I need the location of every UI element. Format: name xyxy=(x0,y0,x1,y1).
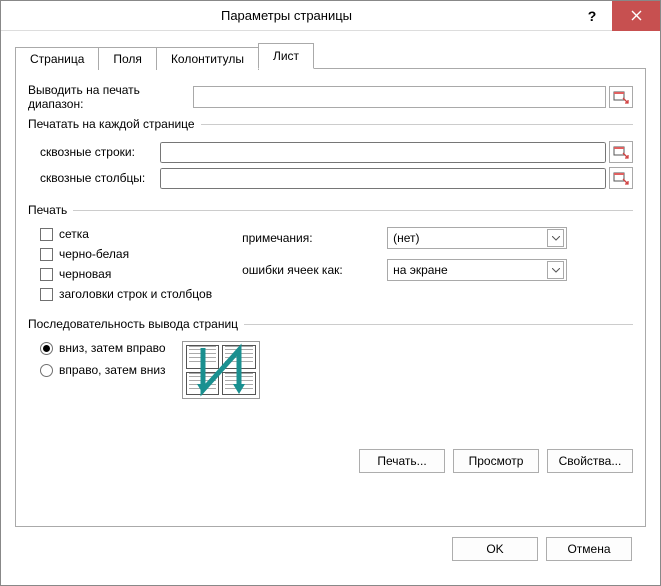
repeat-group-title: Печатать на каждой странице xyxy=(28,117,201,131)
tab-margins[interactable]: Поля xyxy=(98,47,157,70)
print-range-label: Выводить на печать диапазон: xyxy=(28,83,193,111)
preview-button[interactable]: Просмотр xyxy=(453,449,539,473)
dialog-content: Страница Поля Колонтитулы Лист Выводить … xyxy=(1,31,660,585)
comments-select-arrow xyxy=(547,229,564,247)
properties-button[interactable]: Свойства... xyxy=(547,449,633,473)
comments-select[interactable]: (нет) xyxy=(387,227,567,249)
print-range-picker-button[interactable] xyxy=(609,86,633,108)
print-check-column: сетка черно-белая черновая заголовк xyxy=(40,227,212,307)
print-button[interactable]: Печать... xyxy=(359,449,445,473)
ok-button[interactable]: OK xyxy=(452,537,538,561)
order-group-title: Последовательность вывода страниц xyxy=(28,317,244,331)
tab-headers-footers[interactable]: Колонтитулы xyxy=(156,47,259,70)
repeat-rows-picker-button[interactable] xyxy=(609,141,633,163)
print-range-input[interactable] xyxy=(193,86,606,108)
repeat-cols-picker-button[interactable] xyxy=(609,167,633,189)
check-gridlines[interactable] xyxy=(40,228,53,241)
comments-select-value: (нет) xyxy=(393,231,419,245)
print-group: Печать сетка черно-белая чер xyxy=(28,203,633,309)
check-gridlines-label: сетка xyxy=(59,227,89,241)
help-button[interactable]: ? xyxy=(572,2,612,30)
radio-down-then-over-label: вниз, затем вправо xyxy=(59,341,166,355)
tab-page[interactable]: Страница xyxy=(15,47,99,70)
comments-label: примечания: xyxy=(242,231,387,245)
page-setup-dialog: Параметры страницы ? Страница Поля Колон… xyxy=(0,0,661,586)
radio-down-then-over[interactable] xyxy=(40,342,53,355)
tab-panel-sheet: Выводить на печать диапазон: Печатать на… xyxy=(15,68,646,527)
cancel-button[interactable]: Отмена xyxy=(546,537,632,561)
repeat-group: Печатать на каждой странице сквозные стр… xyxy=(28,117,633,195)
repeat-rows-label: сквозные строки: xyxy=(40,145,160,159)
radio-over-then-down[interactable] xyxy=(40,364,53,377)
check-black-white-label: черно-белая xyxy=(59,247,129,261)
tab-bar: Страница Поля Колонтитулы Лист xyxy=(15,43,646,69)
check-row-col-headings-label: заголовки строк и столбцов xyxy=(59,287,212,301)
dialog-button-row: OK Отмена xyxy=(15,527,646,575)
check-row-col-headings[interactable] xyxy=(40,288,53,301)
page-order-preview xyxy=(182,341,260,399)
close-button[interactable] xyxy=(612,1,660,31)
titlebar: Параметры страницы ? xyxy=(1,1,660,31)
errors-select[interactable]: на экране xyxy=(387,259,567,281)
range-picker-icon xyxy=(613,89,629,105)
window-title: Параметры страницы xyxy=(1,8,572,23)
order-radio-column: вниз, затем вправо вправо, затем вниз xyxy=(40,341,166,385)
range-picker-icon xyxy=(613,144,629,160)
errors-select-arrow xyxy=(547,261,564,279)
errors-label: ошибки ячеек как: xyxy=(242,263,387,277)
errors-select-value: на экране xyxy=(393,263,448,277)
close-icon xyxy=(631,10,642,21)
print-group-title: Печать xyxy=(28,203,73,217)
range-picker-icon xyxy=(613,170,629,186)
repeat-cols-label: сквозные столбцы: xyxy=(40,171,160,185)
chevron-down-icon xyxy=(552,236,560,241)
tab-sheet[interactable]: Лист xyxy=(258,43,314,69)
order-group: Последовательность вывода страниц вниз, … xyxy=(28,317,633,401)
check-draft[interactable] xyxy=(40,268,53,281)
check-draft-label: черновая xyxy=(59,267,111,281)
radio-over-then-down-label: вправо, затем вниз xyxy=(59,363,166,377)
check-black-white[interactable] xyxy=(40,248,53,261)
repeat-cols-input[interactable] xyxy=(160,168,606,189)
print-select-column: примечания: (нет) ошибки ячеек как: xyxy=(242,227,567,307)
panel-button-row: Печать... Просмотр Свойства... xyxy=(28,409,633,473)
chevron-down-icon xyxy=(552,268,560,273)
repeat-rows-input[interactable] xyxy=(160,142,606,163)
